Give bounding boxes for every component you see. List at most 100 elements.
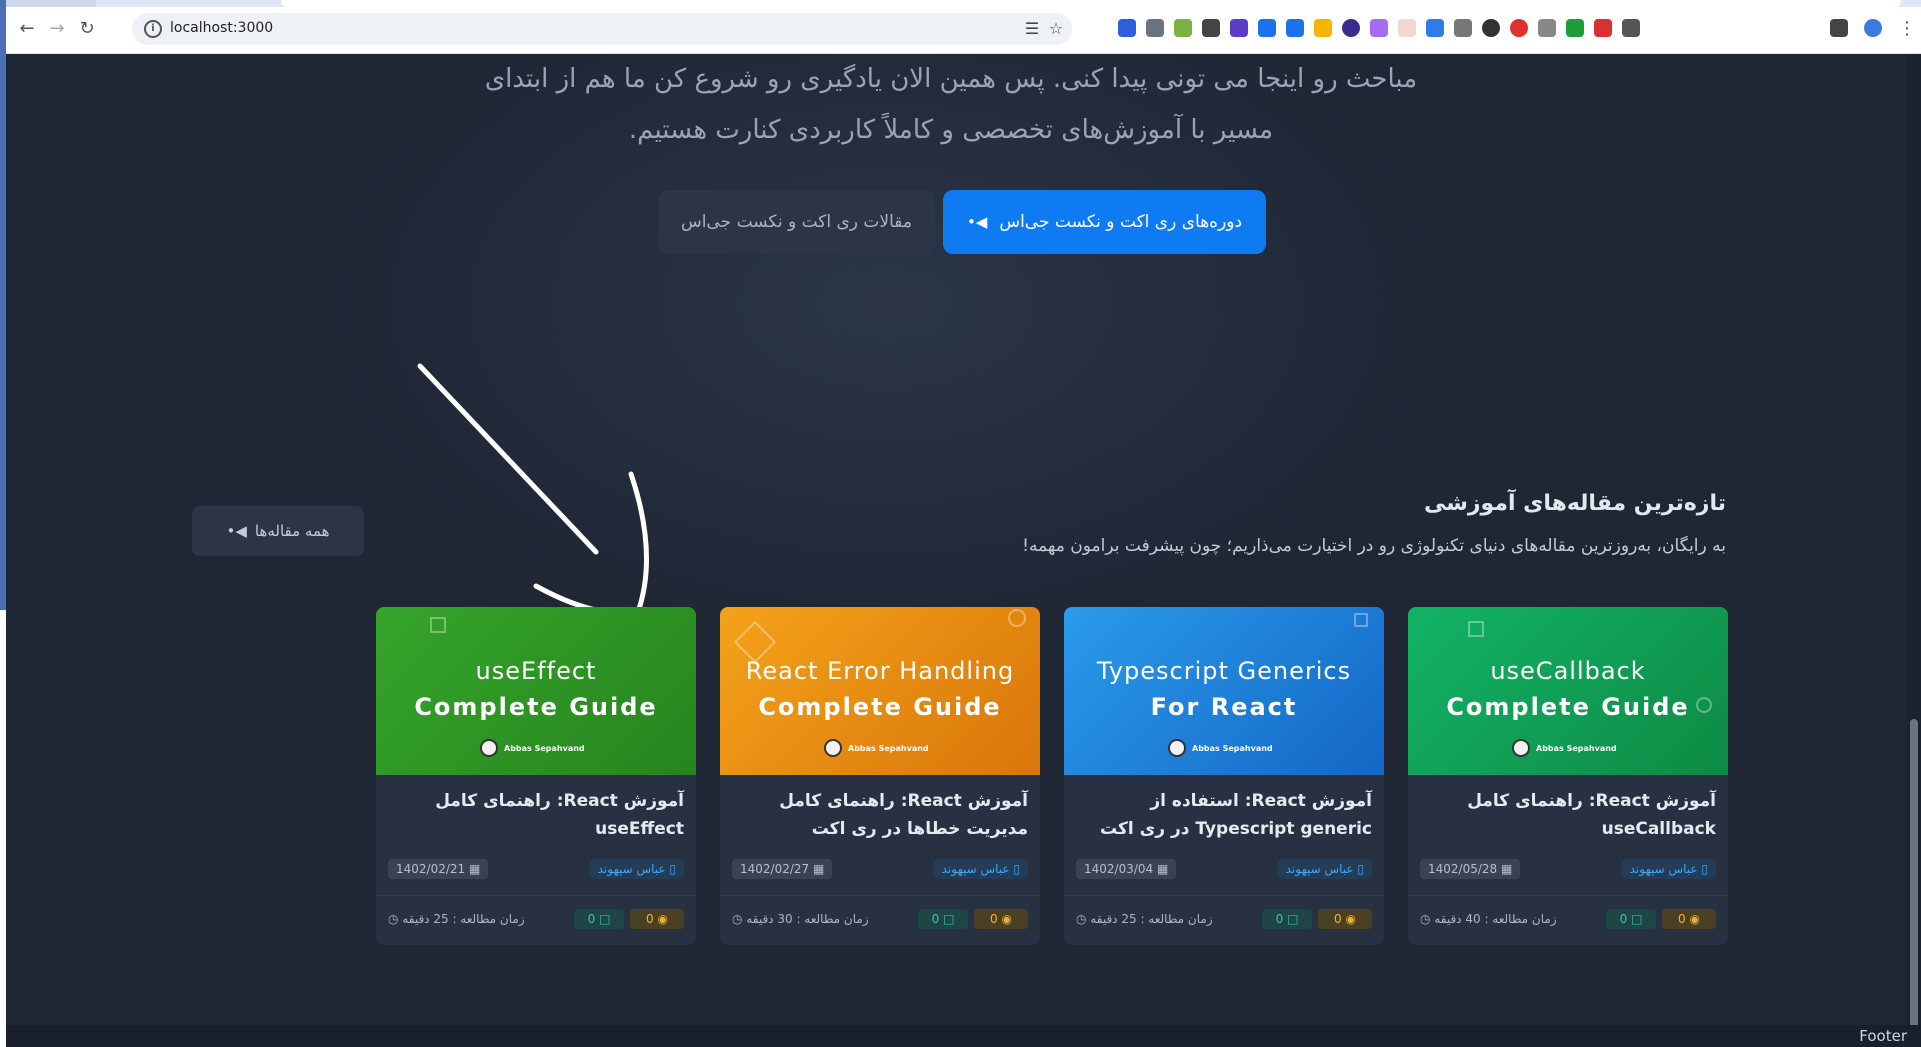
- address-bar[interactable]: i localhost:3000 ☰ ☆: [132, 13, 1072, 45]
- author-badge[interactable]: ▯ عباس سپهوند: [933, 859, 1028, 879]
- read-time: زمان مطالعه : 40 دقیقه ◷: [1420, 909, 1557, 929]
- thumb-line1: useCallback: [1490, 657, 1646, 685]
- comments-count: 0: [587, 912, 596, 926]
- menu-kebab-icon[interactable]: ⋮: [1896, 18, 1918, 40]
- author-badge[interactable]: ▯ عباس سپهوند: [589, 859, 684, 879]
- divider: [1064, 895, 1384, 896]
- courses-button[interactable]: دوره‌های ری اکت و نکست جی‌اس ◀•: [943, 190, 1266, 254]
- divider: [720, 895, 1040, 896]
- extension-icon[interactable]: [1538, 19, 1556, 37]
- article-card[interactable]: React Error Handling Complete Guide Abba…: [720, 607, 1040, 945]
- comments-count: 0: [931, 912, 940, 926]
- comments-badge: 0 □: [1262, 909, 1312, 929]
- clock-icon: ◷: [1420, 912, 1431, 926]
- translate-icon[interactable]: ☰: [1022, 19, 1042, 39]
- clock-icon: ◷: [1076, 912, 1087, 926]
- courses-button-label: دوره‌های ری اکت و نکست جی‌اس: [999, 212, 1243, 232]
- article-card[interactable]: Typescript Generics For React Abbas Sepa…: [1064, 607, 1384, 945]
- extension-icon[interactable]: [1454, 19, 1472, 37]
- date-text: 1402/02/27: [740, 862, 810, 876]
- decoration: [1008, 609, 1026, 627]
- thumb-author: Abbas Sepahvand: [1536, 743, 1617, 753]
- tab-strip: [6, 0, 1921, 7]
- record-icon[interactable]: [1594, 19, 1612, 37]
- extension-icon[interactable]: [1482, 19, 1500, 37]
- read-time-text: زمان مطالعه : 25 دقیقه: [1090, 912, 1213, 926]
- profile-avatar-icon[interactable]: [1864, 19, 1882, 37]
- divider: [1408, 895, 1728, 896]
- extension-icon[interactable]: [1314, 19, 1332, 37]
- views-badge: 0 ◉: [1662, 909, 1716, 929]
- views-badge: 0 ◉: [630, 909, 684, 929]
- tab-active[interactable]: [281, 0, 1901, 7]
- thumb-author: Abbas Sepahvand: [1192, 743, 1273, 753]
- article-title[interactable]: آموزش React: استفاده از Typescript gener…: [1076, 787, 1372, 843]
- article-title[interactable]: آموزش React: راهنمای کامل مدیریت خطاها د…: [732, 787, 1028, 843]
- comments-count: 0: [1619, 912, 1628, 926]
- comments-count: 0: [1275, 912, 1284, 926]
- comments-badge: 0 □: [574, 909, 624, 929]
- scrollbar-thumb[interactable]: [1910, 719, 1918, 1047]
- articles-button[interactable]: مقالات ری اکت و نکست جی‌اس: [658, 190, 935, 254]
- read-time: زمان مطالعه : 25 دقیقه ◷: [1076, 909, 1213, 929]
- thumb-line1: useEffect: [475, 657, 597, 685]
- all-articles-button[interactable]: همه مقاله‌ها ◀•: [192, 506, 364, 556]
- extension-icon[interactable]: [1342, 19, 1360, 37]
- side-panel-icon[interactable]: [1830, 19, 1848, 37]
- forward-button[interactable]: →: [46, 18, 68, 40]
- date-text: 1402/03/04: [1084, 862, 1154, 876]
- date-text: 1402/02/21: [396, 862, 466, 876]
- article-card[interactable]: useEffect Complete Guide Abbas Sepahvand…: [376, 607, 696, 945]
- avatar: [480, 739, 498, 757]
- views-badge: 0 ◉: [1318, 909, 1372, 929]
- download-icon[interactable]: [1286, 19, 1304, 37]
- reload-button[interactable]: ↻: [76, 18, 98, 40]
- extension-icon[interactable]: [1174, 19, 1192, 37]
- thumb-line2: Complete Guide: [1446, 693, 1690, 721]
- author-badge[interactable]: ▯ عباس سپهوند: [1621, 859, 1716, 879]
- adblock-icon[interactable]: [1510, 19, 1528, 37]
- thumb-line2: Complete Guide: [758, 693, 1002, 721]
- article-thumbnail[interactable]: Typescript Generics For React Abbas Sepa…: [1064, 607, 1384, 775]
- extension-icon[interactable]: [1230, 19, 1248, 37]
- page-viewport: مباحث رو اینجا می تونی پیدا کنی. پس همین…: [6, 54, 1921, 1047]
- author-icon: ▯: [1353, 862, 1364, 876]
- article-thumbnail[interactable]: useCallback Complete Guide Abbas Sepahva…: [1408, 607, 1728, 775]
- extension-icon[interactable]: [1370, 19, 1388, 37]
- read-time-text: زمان مطالعه : 25 دقیقه: [402, 912, 525, 926]
- extension-icon[interactable]: [1118, 19, 1136, 37]
- eye-icon: ◉: [1689, 912, 1700, 926]
- extension-icon[interactable]: [1258, 19, 1276, 37]
- back-button[interactable]: ←: [16, 18, 38, 40]
- thumb-line2: For React: [1150, 693, 1298, 721]
- views-count: 0: [646, 912, 654, 926]
- extension-icon[interactable]: [1146, 19, 1164, 37]
- qr-code-icon[interactable]: [1202, 19, 1220, 37]
- decoration: [1354, 613, 1368, 627]
- article-card[interactable]: useCallback Complete Guide Abbas Sepahva…: [1408, 607, 1728, 945]
- article-title[interactable]: آموزش React: راهنمای کامل useEffect: [388, 787, 684, 843]
- tab-inactive[interactable]: [6, 0, 96, 7]
- article-thumbnail[interactable]: useEffect Complete Guide Abbas Sepahvand: [376, 607, 696, 775]
- footer-text: Footer: [1859, 1027, 1907, 1045]
- avatar: [1168, 739, 1186, 757]
- article-title[interactable]: آموزش React: راهنمای کامل useCallback: [1420, 787, 1716, 843]
- calendar-icon[interactable]: [1398, 19, 1416, 37]
- extension-icon[interactable]: [1426, 19, 1444, 37]
- thumb-line1: React Error Handling: [745, 657, 1015, 685]
- annotation-arrow: [417, 363, 650, 616]
- read-time: زمان مطالعه : 25 دقیقه ◷: [388, 909, 525, 929]
- extensions-puzzle-icon[interactable]: [1622, 19, 1640, 37]
- bookmark-star-icon[interactable]: ☆: [1046, 19, 1066, 39]
- article-thumbnail[interactable]: React Error Handling Complete Guide Abba…: [720, 607, 1040, 775]
- author-name: عباس سپهوند: [1629, 862, 1698, 876]
- date-badge: 1402/02/21 ▦: [388, 859, 489, 879]
- site-info-icon[interactable]: i: [144, 20, 162, 38]
- page-scrollbar[interactable]: [1907, 54, 1921, 1047]
- comments-badge: 0 □: [1606, 909, 1656, 929]
- eye-icon: ◉: [1001, 912, 1012, 926]
- calendar-icon: ▦: [813, 862, 825, 876]
- author-badge[interactable]: ▯ عباس سپهوند: [1277, 859, 1372, 879]
- shield-icon[interactable]: [1566, 19, 1584, 37]
- author-name: عباس سپهوند: [597, 862, 666, 876]
